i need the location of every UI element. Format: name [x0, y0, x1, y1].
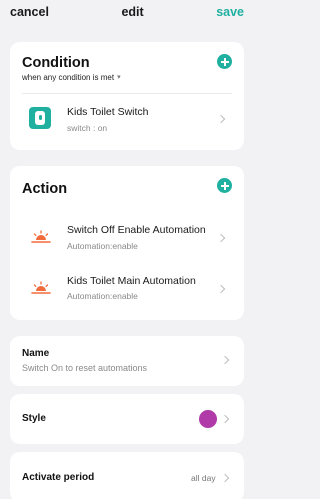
- save-button[interactable]: save: [216, 5, 244, 19]
- chevron-right-icon: [216, 284, 226, 294]
- page-title: edit: [121, 5, 144, 19]
- condition-item-subtitle: switch : on: [67, 123, 108, 133]
- condition-divider: [22, 93, 232, 94]
- top-bar: cancel edit save: [0, 0, 254, 24]
- action-item-title: Kids Toilet Main Automation: [67, 275, 196, 287]
- activate-period-label: Activate period: [22, 472, 95, 483]
- condition-item-title: Kids Toilet Switch: [67, 106, 149, 118]
- chevron-right-icon: [220, 355, 230, 365]
- condition-mode-selector[interactable]: when any condition is met ▾: [22, 73, 121, 82]
- cancel-button[interactable]: cancel: [10, 5, 49, 19]
- switch-device-icon: [29, 107, 51, 129]
- action-item-title: Switch Off Enable Automation: [67, 224, 206, 236]
- chevron-right-icon: [220, 473, 230, 483]
- name-value: Switch On to reset automations: [22, 363, 148, 373]
- action-title: Action: [22, 181, 68, 197]
- action-item-subtitle: Automation:enable: [67, 241, 138, 251]
- add-condition-icon[interactable]: [217, 54, 232, 69]
- style-color-swatch: [199, 410, 217, 428]
- style-row[interactable]: Style: [10, 394, 244, 444]
- name-label: Name: [22, 348, 50, 359]
- condition-mode-label: when any condition is met: [22, 73, 115, 82]
- action-item-subtitle: Automation:enable: [67, 291, 138, 301]
- condition-card: Condition when any condition is met ▾ Kid…: [10, 42, 244, 150]
- add-action-icon[interactable]: [217, 178, 232, 193]
- chevron-right-icon: [216, 233, 226, 243]
- activate-period-value: all day: [191, 473, 216, 483]
- sunrise-icon: [31, 230, 51, 243]
- caret-down-icon: ▾: [117, 74, 121, 81]
- chevron-right-icon: [216, 114, 226, 124]
- name-row[interactable]: Name Switch On to reset automations: [10, 336, 244, 386]
- activate-period-row[interactable]: Activate period all day: [10, 452, 244, 499]
- sunrise-icon: [31, 281, 51, 294]
- condition-title: Condition: [22, 55, 90, 71]
- chevron-right-icon: [220, 414, 230, 424]
- action-card: Action Switch Off Enable Automation Auto…: [10, 166, 244, 320]
- style-label: Style: [22, 413, 46, 424]
